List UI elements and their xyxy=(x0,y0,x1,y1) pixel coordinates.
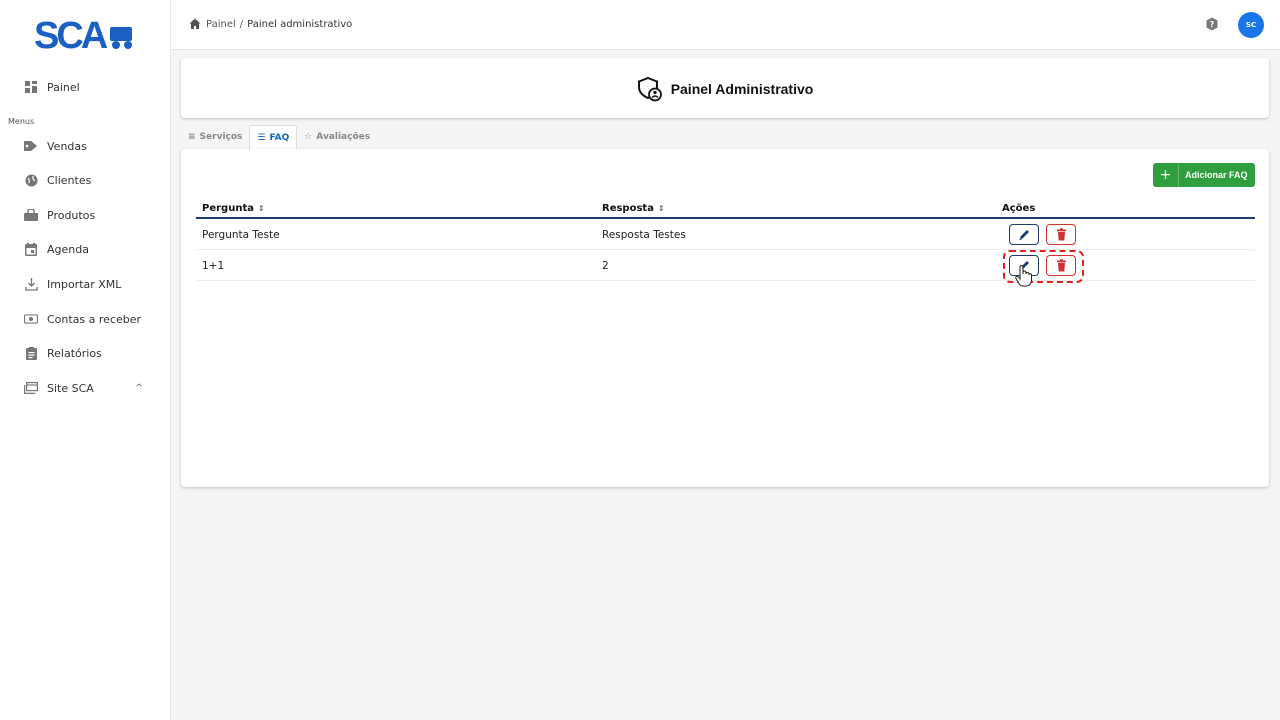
sidebar-item-produtos[interactable]: Produtos xyxy=(0,200,170,230)
column-label: Resposta xyxy=(602,203,654,214)
table-row: 1+1 2 xyxy=(196,250,1255,281)
sidebar-item-agenda[interactable]: Agenda xyxy=(0,234,170,264)
shopping-bag-icon xyxy=(24,208,38,222)
tag-icon xyxy=(24,139,38,153)
breadcrumb-current: Painel administrativo xyxy=(247,18,353,30)
globe-icon xyxy=(24,173,38,187)
dashboard-icon xyxy=(24,80,38,94)
trash-icon xyxy=(1056,228,1066,241)
sidebar-item-relatorios[interactable]: Relatórios xyxy=(0,338,170,368)
cell-resposta: 2 xyxy=(602,260,609,272)
sidebar-item-label: Agenda xyxy=(47,242,89,256)
sidebar-item-label: Importar XML xyxy=(47,277,122,291)
browser-icon xyxy=(24,381,38,395)
sca-logo[interactable]: SCA xyxy=(34,14,138,54)
breadcrumb: Painel / Painel administrativo xyxy=(189,18,352,30)
faq-table: Pergunta ⇕ Resposta ⇕ Ações Pergunta Tes… xyxy=(196,199,1255,281)
star-icon: ☆ xyxy=(304,132,313,142)
tab-label: FAQ xyxy=(269,132,290,143)
sidebar-item-site-sca[interactable]: Site SCA ^ xyxy=(0,373,170,403)
sidebar-item-label: Produtos xyxy=(47,208,96,222)
add-faq-button[interactable]: + Adicionar FAQ xyxy=(1153,163,1255,187)
sidebar-item-label: Painel xyxy=(47,80,80,94)
svg-text:?: ? xyxy=(1210,20,1215,29)
edit-button[interactable] xyxy=(1009,224,1039,245)
hand-cursor-icon xyxy=(1015,265,1032,287)
pencil-icon xyxy=(1018,230,1029,240)
table-header: Pergunta ⇕ Resposta ⇕ Ações xyxy=(196,199,1255,219)
download-icon xyxy=(24,277,38,291)
top-bar: Painel / Painel administrativo ? SC xyxy=(171,0,1280,50)
tab-servicos[interactable]: ≡ Serviços xyxy=(181,125,249,149)
sort-icon: ⇕ xyxy=(257,204,265,213)
faq-panel: + Adicionar FAQ Pergunta ⇕ Resposta ⇕ Aç… xyxy=(181,149,1269,487)
column-header-pergunta[interactable]: Pergunta ⇕ xyxy=(202,203,265,214)
cell-pergunta: 1+1 xyxy=(202,260,225,272)
help-icon[interactable]: ? xyxy=(1205,17,1219,31)
breadcrumb-root-link[interactable]: Painel xyxy=(206,19,236,30)
sidebar-item-contas-a-receber[interactable]: Contas a receber xyxy=(0,304,170,334)
tab-bar: ≡ Serviços ☰ FAQ ☆ Avaliações xyxy=(181,125,377,149)
sidebar-item-label: Clientes xyxy=(47,173,92,187)
tab-label: Serviços xyxy=(199,132,243,142)
sidebar-item-painel[interactable]: Painel xyxy=(0,72,170,102)
page-title: Painel Administrativo xyxy=(670,81,814,97)
column-label: Ações xyxy=(1002,203,1036,214)
sidebar-item-label: Site SCA xyxy=(47,381,94,395)
calendar-icon xyxy=(24,242,38,256)
sidebar-item-label: Contas a receber xyxy=(47,312,142,326)
sidebar-item-importar-xml[interactable]: Importar XML xyxy=(0,269,170,299)
plus-icon: + xyxy=(1153,163,1179,187)
svg-text:SCA: SCA xyxy=(34,15,108,54)
cell-resposta: Resposta Testes xyxy=(602,229,686,241)
delete-button[interactable] xyxy=(1046,224,1076,245)
title-card: Painel Administrativo xyxy=(181,58,1269,118)
home-icon[interactable] xyxy=(189,18,201,30)
list-icon: ≡ xyxy=(188,132,196,142)
sort-icon: ⇕ xyxy=(657,204,665,213)
money-icon xyxy=(24,312,38,326)
breadcrumb-separator: / xyxy=(239,18,244,30)
menus-section-label: Menus xyxy=(8,117,35,126)
tab-faq[interactable]: ☰ FAQ xyxy=(249,125,298,149)
cell-pergunta: Pergunta Teste xyxy=(202,229,280,241)
sidebar-item-clientes[interactable]: Clientes xyxy=(0,165,170,195)
sidebar-item-label: Relatórios xyxy=(47,346,102,360)
tab-avaliacoes[interactable]: ☆ Avaliações xyxy=(297,125,377,149)
column-header-resposta[interactable]: Resposta ⇕ xyxy=(602,203,665,214)
sidebar-item-vendas[interactable]: Vendas xyxy=(0,131,170,161)
chevron-up-icon[interactable]: ^ xyxy=(135,383,143,394)
column-label: Pergunta xyxy=(202,203,254,214)
list-icon: ☰ xyxy=(257,132,266,143)
sidebar: SCA Painel Menus Vendas Clientes Produto… xyxy=(0,0,171,720)
avatar[interactable]: SC xyxy=(1238,12,1264,38)
column-header-acoes: Ações xyxy=(1002,203,1035,214)
admin-shield-icon xyxy=(637,76,662,102)
table-row: Pergunta Teste Resposta Testes xyxy=(196,219,1255,250)
report-icon xyxy=(24,346,38,360)
add-faq-label: Adicionar FAQ xyxy=(1185,170,1248,180)
tab-label: Avaliações xyxy=(316,132,371,142)
sidebar-item-label: Vendas xyxy=(47,139,87,153)
